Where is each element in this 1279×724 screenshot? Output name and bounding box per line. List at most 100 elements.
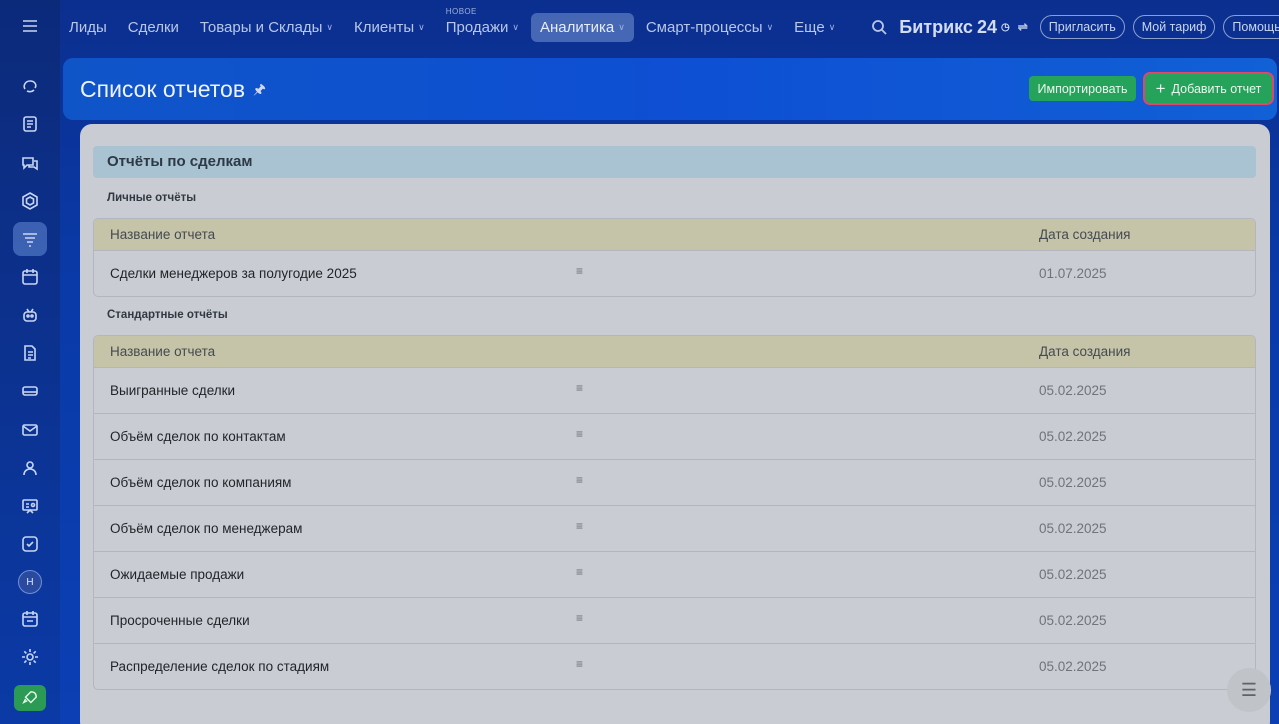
row-menu-icon[interactable]: ≡: [576, 657, 583, 671]
report-name[interactable]: Объём сделок по менеджерам: [110, 521, 302, 536]
schedule-icon[interactable]: [13, 602, 47, 636]
brand-name: Битрикс: [899, 16, 973, 37]
robot-icon[interactable]: [13, 298, 47, 332]
page-title: Список отчетов: [80, 75, 246, 102]
report-date: 05.02.2025: [1039, 383, 1107, 398]
clock-icon: ◷: [1000, 21, 1010, 33]
row-menu-icon[interactable]: ≡: [576, 565, 583, 579]
personal-reports-title: Личные отчёты: [107, 192, 197, 204]
nav-label: Еще: [794, 18, 825, 36]
report-name[interactable]: Объём сделок по контактам: [110, 429, 286, 444]
mail-icon[interactable]: [13, 413, 47, 447]
table-row[interactable]: Объём сделок по менеджерам ≡ 05.02.2025: [94, 505, 1255, 551]
plus-icon: +: [1155, 79, 1166, 98]
rocket-icon[interactable]: [14, 685, 46, 711]
search-icon[interactable]: [871, 17, 887, 37]
row-menu-icon[interactable]: ≡: [576, 519, 583, 533]
table-header: Название отчета Дата создания: [94, 219, 1255, 250]
help-button[interactable]: Помощь: [1223, 15, 1279, 39]
report-date: 05.02.2025: [1039, 567, 1107, 582]
top-navigation: Лиды Сделки Товары и Склады ∨ Клиенты ∨ …: [60, 0, 1279, 54]
row-menu-icon[interactable]: ≡: [576, 473, 583, 487]
nav-item-more[interactable]: Еще ∨: [785, 13, 844, 42]
report-date: 05.02.2025: [1039, 659, 1107, 674]
tune-icon[interactable]: ⇌: [1018, 20, 1028, 34]
nav-item-clients[interactable]: Клиенты ∨: [345, 13, 434, 42]
add-report-button[interactable]: + Добавить отчет: [1143, 72, 1274, 105]
column-date-header[interactable]: Дата создания: [1039, 227, 1131, 242]
report-date: 01.07.2025: [1039, 266, 1107, 281]
pin-icon[interactable]: 🖈: [253, 79, 266, 103]
reports-panel: Отчёты по сделкам Личные отчёты Название…: [80, 124, 1270, 724]
chat-icon[interactable]: [13, 146, 47, 180]
nav-item-leads[interactable]: Лиды: [60, 13, 116, 42]
table-row[interactable]: Сделки менеджеров за полугодие 2025 ≡ 01…: [94, 250, 1255, 296]
invite-button[interactable]: Пригласить: [1039, 15, 1125, 39]
report-date: 05.02.2025: [1039, 613, 1107, 628]
row-menu-icon[interactable]: ≡: [576, 427, 583, 441]
chevron-down-icon: ∨: [618, 21, 625, 32]
page-header: Список отчетов 🖈 Импортировать + Добавит…: [63, 58, 1277, 120]
standard-reports-table: Название отчета Дата создания Выигранные…: [93, 335, 1256, 690]
document-icon[interactable]: [13, 336, 47, 370]
column-date-header[interactable]: Дата создания: [1039, 344, 1131, 359]
standard-reports-title: Стандартные отчёты: [107, 309, 228, 321]
nav-item-products[interactable]: Товары и Склады ∨: [191, 13, 342, 42]
table-row[interactable]: Выигранные сделки ≡ 05.02.2025: [94, 367, 1255, 413]
nav-label: Смарт-процессы: [645, 18, 763, 36]
nav-label: Лиды: [69, 18, 107, 36]
nav-item-smart-processes[interactable]: Смарт-процессы ∨: [637, 13, 782, 42]
row-menu-icon[interactable]: ≡: [576, 381, 583, 395]
nav-item-sales[interactable]: НОВОЕ Продажи ∨: [437, 7, 528, 42]
left-rail: Н: [0, 0, 60, 724]
table-row[interactable]: Ожидаемые продажи ≡ 05.02.2025: [94, 551, 1255, 597]
tasks-icon[interactable]: [13, 527, 47, 561]
feed-icon[interactable]: [13, 107, 47, 141]
nav-item-deals[interactable]: Сделки: [119, 13, 188, 42]
tariff-button[interactable]: Мой тариф: [1132, 15, 1216, 39]
report-name[interactable]: Выигранные сделки: [110, 383, 235, 398]
report-date: 05.02.2025: [1039, 475, 1107, 490]
avatar[interactable]: Н: [18, 570, 42, 594]
crm-icon[interactable]: [13, 69, 47, 103]
settings-icon[interactable]: [13, 640, 47, 674]
add-report-label: Добавить отчет: [1171, 81, 1262, 96]
brand-logo[interactable]: Битрикс 24 ◷ ⇌: [899, 17, 1028, 38]
nav-item-analytics[interactable]: Аналитика ∨: [531, 12, 634, 42]
column-name-header[interactable]: Название отчета: [110, 227, 215, 242]
nav-label: Сделки: [127, 18, 179, 36]
storage-icon[interactable]: [13, 374, 47, 408]
users-icon[interactable]: [13, 451, 47, 485]
brand-number: 24: [976, 16, 997, 37]
chevron-down-icon: ∨: [418, 21, 425, 32]
report-name[interactable]: Распределение сделок по стадиям: [110, 659, 329, 674]
report-name[interactable]: Просроченные сделки: [110, 613, 250, 628]
chevron-down-icon: ∨: [326, 21, 333, 32]
presentation-icon[interactable]: [13, 489, 47, 523]
report-name[interactable]: Объём сделок по компаниям: [110, 475, 291, 490]
menu-toggle-icon[interactable]: [13, 9, 47, 43]
row-menu-icon[interactable]: ≡: [576, 264, 583, 278]
nav-label: Клиенты: [354, 18, 415, 36]
funnel-icon[interactable]: [13, 222, 47, 256]
report-name[interactable]: Ожидаемые продажи: [110, 567, 244, 582]
row-menu-icon[interactable]: ≡: [576, 611, 583, 625]
table-row[interactable]: Просроченные сделки ≡ 05.02.2025: [94, 597, 1255, 643]
table-row[interactable]: Распределение сделок по стадиям ≡ 05.02.…: [94, 643, 1255, 689]
section-title: Отчёты по сделкам: [93, 146, 1256, 178]
list-menu-icon[interactable]: ☰: [1227, 668, 1271, 712]
table-header: Название отчета Дата создания: [94, 336, 1255, 367]
personal-reports-table: Название отчета Дата создания Сделки мен…: [93, 218, 1256, 297]
report-name[interactable]: Сделки менеджеров за полугодие 2025: [110, 266, 357, 281]
new-badge: НОВОЕ: [445, 6, 477, 16]
import-button[interactable]: Импортировать: [1029, 76, 1136, 101]
calendar-icon[interactable]: [13, 260, 47, 294]
report-date: 05.02.2025: [1039, 521, 1107, 536]
table-row[interactable]: Объём сделок по контактам ≡ 05.02.2025: [94, 413, 1255, 459]
column-name-header[interactable]: Название отчета: [110, 344, 215, 359]
table-row[interactable]: Объём сделок по компаниям ≡ 05.02.2025: [94, 459, 1255, 505]
chevron-down-icon: ∨: [766, 21, 774, 32]
hexagon-icon[interactable]: [13, 184, 47, 218]
page-title-wrap: Список отчетов 🖈: [80, 75, 266, 103]
report-date: 05.02.2025: [1039, 429, 1107, 444]
